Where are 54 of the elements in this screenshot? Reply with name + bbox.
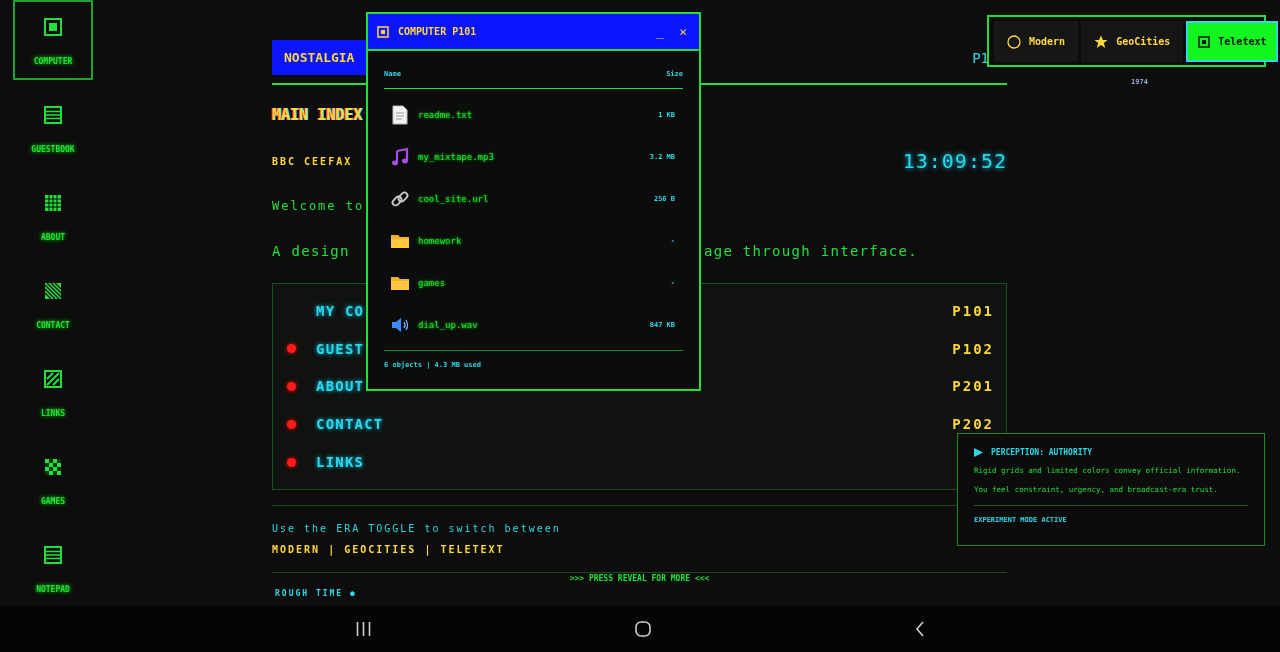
- era-option[interactable]: GeoCities: [1081, 21, 1184, 62]
- bars-icon: [355, 621, 371, 637]
- service-name: BBC CEEFAX: [272, 155, 353, 167]
- welcome-text: Welcome to: [272, 199, 365, 213]
- circle-icon: [1007, 34, 1021, 49]
- sidebar-item[interactable]: ABOUT: [13, 176, 93, 256]
- sidebar-item[interactable]: GUESTBOOK: [13, 88, 93, 168]
- sidebar-item[interactable]: NOTEPAD: [13, 528, 93, 608]
- hatched-square-icon: [44, 282, 62, 300]
- page-number: P202: [952, 416, 994, 433]
- tagline-text: age through interface.: [703, 243, 918, 261]
- era-option[interactable]: Modern: [994, 21, 1079, 62]
- grid-icon: [44, 194, 62, 212]
- hint-text: Use the ERA TOGGLE to switch between: [272, 523, 561, 534]
- star-icon: [1094, 34, 1109, 49]
- time-label: ROUGH TIME ●: [275, 589, 357, 598]
- close-button[interactable]: ×: [676, 24, 690, 39]
- era-options-text: MODERN | GEOCITIES | TELETEXT: [272, 544, 505, 555]
- page-number: P1: [972, 49, 989, 66]
- music-note-icon: [390, 147, 410, 167]
- menu-link[interactable]: GUEST: [316, 340, 365, 357]
- list-lines-icon: [44, 106, 62, 124]
- era-option[interactable]: Teletext: [1186, 21, 1279, 62]
- menu-link[interactable]: CONTACT: [316, 416, 384, 433]
- document-icon: [390, 105, 410, 125]
- page-number: P102: [952, 340, 994, 357]
- striped-square-icon: [44, 370, 62, 388]
- chain-link-icon: [390, 189, 410, 209]
- speaker-icon: [390, 315, 410, 335]
- list-lines-icon: [44, 546, 62, 564]
- menu-link[interactable]: LINKS: [316, 454, 365, 471]
- play-icon: [974, 448, 983, 457]
- sidebar-item[interactable]: GAMES: [13, 440, 93, 520]
- index-heading: MAIN INDEX: [272, 106, 363, 126]
- panel-title: PERCEPTION: AUTHORITY: [991, 448, 1093, 457]
- rounded-square-icon: [634, 621, 651, 637]
- checker-icon: [44, 458, 62, 476]
- window-title: COMPUTER P101: [398, 26, 477, 37]
- page-number: P201: [952, 378, 994, 395]
- page-number: P101: [952, 302, 994, 319]
- framed-square-icon: [377, 25, 389, 38]
- sidebar-item[interactable]: CONTACT: [13, 264, 93, 344]
- clock: 13:09:52: [902, 149, 1007, 173]
- sidebar-item[interactable]: COMPUTER: [13, 0, 93, 80]
- chevron-left-icon: [914, 621, 925, 637]
- minimize-button[interactable]: _: [653, 24, 668, 39]
- menu-link[interactable]: ABOUT: [316, 378, 365, 395]
- framed-square-icon: [1198, 35, 1211, 48]
- sidebar-item[interactable]: LINKS: [13, 352, 93, 432]
- home-button[interactable]: [632, 619, 653, 639]
- menu-link[interactable]: MY CO: [316, 302, 365, 319]
- reveal-prompt[interactable]: >>> PRESS REVEAL FOR MORE <<<: [569, 574, 710, 583]
- tagline-text: A design: [272, 243, 350, 261]
- framed-square-icon: [44, 18, 62, 36]
